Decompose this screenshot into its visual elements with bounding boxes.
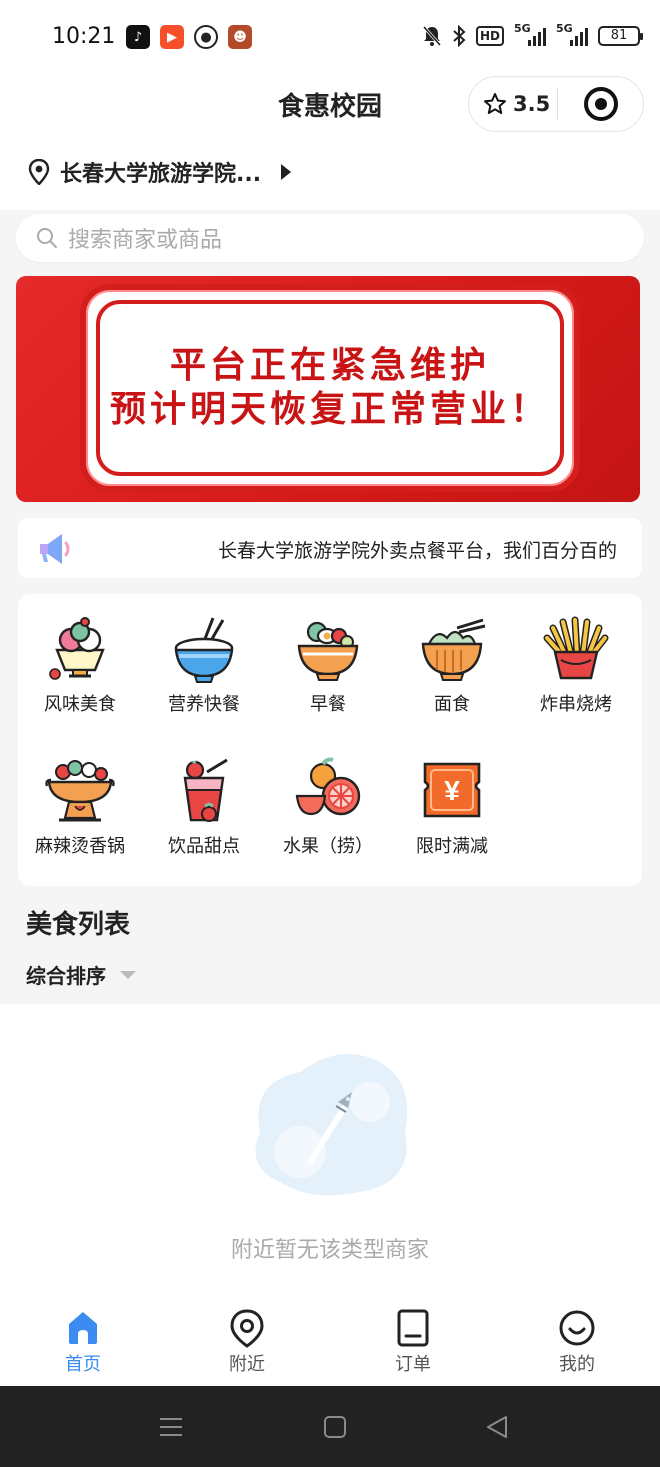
status-time: 10:21	[52, 24, 116, 49]
category-label: 面食	[434, 694, 470, 715]
category-label: 炸串烧烤	[540, 694, 612, 715]
signal-icon: 5G	[514, 22, 546, 46]
category-label: 麻辣烫香锅	[35, 836, 125, 857]
capsule-divider	[557, 89, 558, 119]
tab-profile[interactable]: 我的	[522, 1308, 632, 1376]
food-list-title: 美食列表	[26, 910, 131, 940]
system-icons: HD 5G 5G 81	[422, 22, 643, 47]
hot-pot-icon	[45, 760, 115, 822]
system-nav-bar	[0, 1386, 660, 1467]
banner-line-2: 预计明天恢复正常营业！	[109, 389, 550, 430]
mute-bell-icon	[422, 26, 442, 46]
svg-text:¥: ¥	[444, 775, 460, 806]
tiktok-icon: ♪	[126, 25, 150, 49]
close-target-icon[interactable]	[584, 87, 618, 121]
category-item[interactable]: 炸串烧烤	[514, 614, 638, 716]
location-pin-icon	[230, 1309, 264, 1348]
tab-home[interactable]: 首页	[28, 1308, 138, 1376]
megaphone-icon	[40, 534, 70, 564]
tab-label: 订单	[395, 1354, 431, 1375]
category-item[interactable]: 早餐	[266, 614, 390, 716]
tab-label: 首页	[65, 1354, 101, 1375]
order-icon	[397, 1309, 429, 1347]
category-item[interactable]: 麻辣烫香锅	[18, 756, 142, 858]
video-app-icon: ▶	[160, 25, 184, 49]
notification-icons: ♪ ▶ ● ☻	[126, 25, 252, 49]
banner-frame: 平台正在紧急维护 预计明天恢复正常营业！	[80, 284, 580, 492]
yuan-coupon-icon: ¥	[423, 762, 481, 818]
back-icon[interactable]	[484, 1414, 510, 1440]
category-item[interactable]: 面食	[390, 614, 514, 716]
tab-nearby[interactable]: 附近	[192, 1308, 302, 1376]
category-label: 饮品甜点	[168, 836, 240, 857]
category-label: 限时满减	[416, 836, 488, 857]
category-item[interactable]: 饮品甜点	[142, 756, 266, 858]
mini-program-capsule: 3.5	[468, 76, 644, 132]
notice-bar[interactable]: 长春大学旅游学院外卖点餐平台，我们百分百的	[18, 518, 642, 578]
tab-orders[interactable]: 订单	[358, 1308, 468, 1376]
smiley-icon	[559, 1310, 595, 1346]
category-item[interactable]: ¥ 限时满减	[390, 756, 514, 858]
empty-rocket-illustration	[255, 1054, 408, 1196]
home-button-icon[interactable]	[322, 1414, 348, 1440]
category-item[interactable]: 水果（捞）	[266, 756, 390, 858]
rating-button[interactable]: 3.5	[469, 92, 557, 116]
home-icon	[69, 1312, 97, 1344]
fruit-icon	[295, 757, 361, 816]
location-pin-icon	[28, 159, 50, 185]
location-selector[interactable]: 长春大学旅游学院...	[28, 156, 292, 188]
game-icon: ☻	[228, 25, 252, 49]
banner-line-1: 平台正在紧急维护	[169, 345, 490, 386]
category-item[interactable]: 风味美食	[18, 614, 142, 716]
rating-value: 3.5	[513, 92, 551, 116]
star-icon	[484, 93, 506, 114]
search-icon	[37, 228, 57, 248]
category-item[interactable]: 营养快餐	[142, 614, 266, 716]
fries-icon	[543, 616, 609, 680]
location-text: 长春大学旅游学院...	[60, 162, 262, 187]
sundae-icon	[49, 617, 105, 680]
location-arrow-icon	[281, 164, 292, 180]
notice-text: 长春大学旅游学院外卖点餐平台，我们百分百的	[218, 540, 618, 562]
sort-label: 综合排序	[26, 964, 106, 988]
category-grid: 风味美食 营养快餐 早餐 面食 炸串烧烤 麻辣烫香锅 饮品甜点 水果（捞） ¥ …	[18, 594, 642, 886]
signal-icon-2: 5G	[556, 22, 588, 46]
app-header: 食惠校园 3.5 长春大学旅游学院...	[0, 76, 660, 210]
tab-label: 我的	[559, 1354, 595, 1375]
status-bar: 10:21 ♪ ▶ ● ☻ HD 5G 5G 81	[0, 0, 660, 76]
caret-down-icon	[120, 970, 136, 979]
category-label: 水果（捞）	[283, 836, 373, 857]
bottom-tab-bar: 首页 附近 订单 我的	[0, 1294, 660, 1386]
rice-bowl-icon	[174, 617, 234, 683]
menu-icon[interactable]	[158, 1414, 184, 1440]
battery-icon: 81	[598, 26, 643, 46]
noodle-bowl-icon	[421, 618, 486, 681]
banner-inner: 平台正在紧急维护 预计明天恢复正常营业！	[96, 300, 564, 476]
juice-icon	[183, 758, 228, 822]
wechat-icon: ●	[194, 25, 218, 49]
sort-dropdown[interactable]: 综合排序	[26, 960, 136, 989]
empty-message: 附近暂无该类型商家	[230, 1238, 429, 1263]
breakfast-bowl-icon	[297, 621, 359, 681]
maintenance-banner[interactable]: 平台正在紧急维护 预计明天恢复正常营业！	[16, 276, 640, 502]
tab-label: 附近	[229, 1354, 265, 1375]
empty-state: 附近暂无该类型商家	[0, 1004, 660, 1294]
category-label: 风味美食	[44, 694, 116, 715]
hd-badge: HD	[475, 26, 504, 46]
search-placeholder: 搜索商家或商品	[68, 228, 223, 253]
search-bar[interactable]: 搜索商家或商品	[16, 214, 644, 262]
category-label: 早餐	[310, 694, 346, 715]
category-label: 营养快餐	[168, 694, 240, 715]
bluetooth-icon	[453, 25, 466, 47]
